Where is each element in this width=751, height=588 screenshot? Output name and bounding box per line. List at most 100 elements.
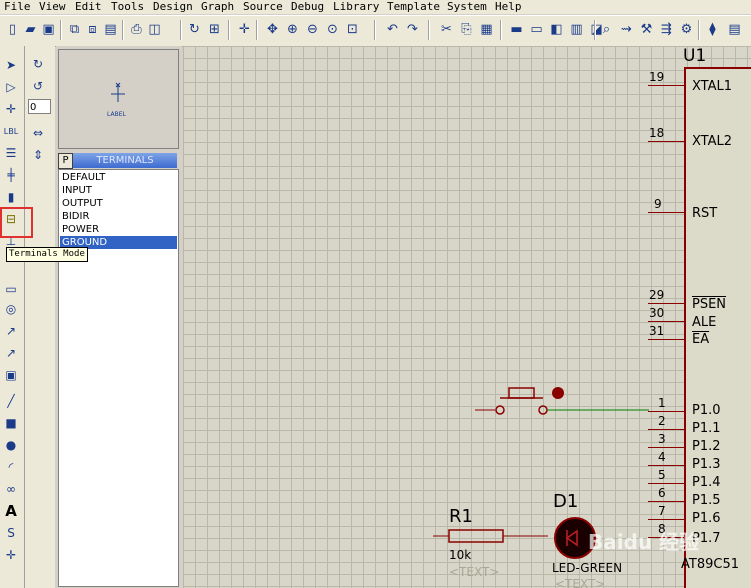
pin-name: P1.6 — [692, 511, 721, 526]
selection-mode-icon[interactable]: ➤ — [2, 56, 20, 74]
search-icon[interactable]: ⌕ — [598, 21, 615, 38]
junction-dot-icon[interactable]: ✛ — [2, 100, 20, 118]
menu-library[interactable]: Library — [333, 0, 379, 13]
menu-debug[interactable]: Debug — [291, 0, 324, 13]
resistor-text: <TEXT> — [449, 565, 500, 579]
panel-title: TERMINALS — [73, 153, 177, 168]
zoom-area-icon[interactable]: ⊡ — [344, 21, 361, 38]
menu-edit[interactable]: Edit — [75, 0, 102, 13]
hammer-icon[interactable]: ⚙ — [678, 21, 695, 38]
symbol-tool-icon[interactable]: S — [2, 524, 20, 542]
pin-number: 18 — [649, 126, 665, 140]
mirror-vertical-icon[interactable]: ⇕ — [29, 146, 47, 164]
text-tool-icon[interactable]: A — [2, 502, 20, 520]
generator-icon[interactable]: ◎ — [2, 300, 20, 318]
pin-number: 29 — [649, 288, 665, 302]
copy-icon[interactable]: ⎘ — [458, 21, 475, 38]
pin-line — [648, 447, 685, 448]
bom-icon[interactable]: ▤ — [726, 21, 743, 38]
pin-name: EA — [692, 332, 710, 347]
arc-tool-icon[interactable]: ◜ — [2, 458, 20, 476]
open-folder-icon[interactable]: ▰ — [22, 21, 39, 38]
print-setup-icon[interactable]: ▤ — [102, 21, 119, 38]
menu-source[interactable]: Source — [243, 0, 283, 13]
box-tool-icon[interactable]: ■ — [2, 414, 20, 432]
block-copy-icon[interactable]: ▬ — [508, 21, 525, 38]
marker-tool-icon[interactable]: ✛ — [2, 546, 20, 564]
netlist-icon[interactable]: ⇶ — [658, 21, 675, 38]
pin-line — [648, 303, 685, 304]
text-script-icon[interactable]: ☰ — [2, 144, 20, 162]
refresh-icon[interactable]: ↻ — [186, 21, 203, 38]
export-icon[interactable]: ⧈ — [84, 21, 101, 38]
undo-icon[interactable]: ↶ — [384, 21, 401, 38]
pin-name: P1.2 — [692, 439, 721, 454]
ares-icon[interactable]: ⧫ — [704, 21, 721, 38]
main-toolbar: ▯ ▰ ▣ ⧉ ⧈ ▤ ⎙ ◫ ↻ ⊞ ✛ ✥ ⊕ ⊖ ⊙ ⊡ ↶ ↷ ✂ ⎘ … — [0, 15, 751, 47]
pin-number: 9 — [654, 197, 662, 211]
path-tool-icon[interactable]: ∞ — [2, 480, 20, 498]
menu-view[interactable]: View — [39, 0, 66, 13]
zoom-out-icon[interactable]: ⊖ — [304, 21, 321, 38]
object-selector-panel: LABEL P TERMINALS DEFAULT INPUT OUTPUT B… — [56, 46, 182, 588]
subcircuit-icon[interactable]: ▮ — [2, 188, 20, 206]
rotate-cw-icon[interactable]: ↻ — [29, 55, 47, 73]
property-tool-icon[interactable]: ⚒ — [638, 21, 655, 38]
origin-icon[interactable]: ✛ — [236, 21, 253, 38]
wire-label-icon[interactable]: LBL — [2, 122, 20, 140]
pin-name: P1.4 — [692, 475, 721, 490]
pan-icon[interactable]: ✥ — [264, 21, 281, 38]
menu-design[interactable]: Design — [153, 0, 193, 13]
print-icon[interactable]: ⎙ — [128, 21, 145, 38]
menu-help[interactable]: Help — [495, 0, 522, 13]
mirror-horizontal-icon[interactable]: ⇔ — [29, 124, 47, 142]
list-item[interactable]: OUTPUT — [60, 197, 177, 210]
pin-line — [648, 429, 685, 430]
pin-name: ALE — [692, 315, 717, 330]
grid-icon[interactable]: ⊞ — [206, 21, 223, 38]
current-probe-icon[interactable]: ↗ — [2, 344, 20, 362]
block-rotate-icon[interactable]: ◧ — [548, 21, 565, 38]
list-item[interactable]: BIDIR — [60, 210, 177, 223]
block-delete-icon[interactable]: ▥ — [568, 21, 585, 38]
menu-tools[interactable]: Tools — [111, 0, 144, 13]
menu-bar: File View Edit Tools Design Graph Source… — [0, 0, 751, 14]
zoom-all-icon[interactable]: ⊙ — [324, 21, 341, 38]
redo-icon[interactable]: ↷ — [404, 21, 421, 38]
line-tool-icon[interactable]: ╱ — [2, 392, 20, 410]
voltage-probe-icon[interactable]: ↗ — [2, 322, 20, 340]
paste-icon[interactable]: ▦ — [478, 21, 495, 38]
pick-button[interactable]: P — [58, 153, 73, 169]
rotation-angle-field[interactable]: 0 — [28, 99, 51, 114]
rotate-ccw-icon[interactable]: ↺ — [29, 77, 47, 95]
menu-template[interactable]: Template — [387, 0, 440, 13]
menu-system[interactable]: System — [447, 0, 487, 13]
list-item[interactable]: DEFAULT — [60, 171, 177, 184]
cut-icon[interactable]: ✂ — [438, 21, 455, 38]
led-value: LED-GREEN — [552, 561, 623, 575]
push-button-symbol[interactable] — [473, 381, 663, 421]
list-item[interactable]: INPUT — [60, 184, 177, 197]
buses-icon[interactable]: ╪ — [2, 166, 20, 184]
resistor-symbol[interactable] — [433, 526, 563, 546]
menu-graph[interactable]: Graph — [201, 0, 234, 13]
led-ref: D1 — [553, 491, 579, 512]
mark-area-icon[interactable]: ◫ — [146, 21, 163, 38]
list-item[interactable]: POWER — [60, 223, 177, 236]
pin-number: 3 — [658, 432, 666, 446]
pin-line — [648, 141, 685, 142]
menu-file[interactable]: File — [4, 0, 31, 13]
schematic-canvas[interactable]: U1 19 XTAL1 18 XTAL2 9 RST 29 PSEN 30 AL… — [183, 46, 751, 588]
zoom-in-icon[interactable]: ⊕ — [284, 21, 301, 38]
block-move-icon[interactable]: ▭ — [528, 21, 545, 38]
circle-tool-icon[interactable]: ● — [2, 436, 20, 454]
graph-mode-icon[interactable]: ▭ — [2, 280, 20, 298]
import-icon[interactable]: ⧉ — [66, 21, 83, 38]
new-file-icon[interactable]: ▯ — [4, 21, 21, 38]
resistor-ref: R1 — [449, 506, 473, 527]
save-icon[interactable]: ▣ — [40, 21, 57, 38]
virtual-instrument-icon[interactable]: ▣ — [2, 366, 20, 384]
component-mode-icon[interactable]: ▷ — [2, 78, 20, 96]
wire-autorouter-icon[interactable]: ⇝ — [618, 21, 635, 38]
pin-number: 6 — [658, 486, 666, 500]
